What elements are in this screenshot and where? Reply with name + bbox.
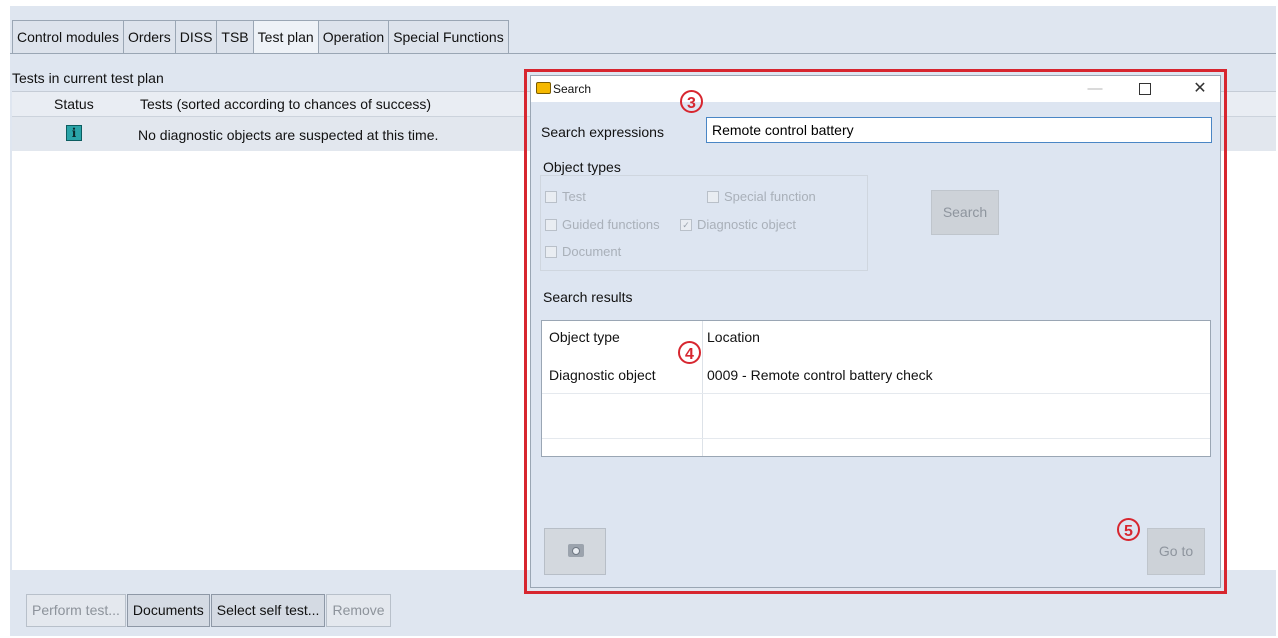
maximize-icon [1139, 83, 1151, 95]
checkmark-icon: ✓ [680, 218, 692, 231]
search-button[interactable]: Search [931, 190, 999, 235]
callout-5: 5 [1117, 518, 1140, 541]
column-location-header[interactable]: Location [707, 329, 760, 345]
tab-diss[interactable]: DISS [174, 20, 218, 53]
checkbox-document[interactable]: Document [545, 244, 621, 259]
tab-control-modules[interactable]: Control modules [12, 20, 124, 53]
tab-orders[interactable]: Orders [122, 20, 176, 53]
checkbox-label: Document [562, 244, 622, 259]
documents-button[interactable]: Documents [126, 594, 210, 627]
row-divider [542, 438, 1210, 439]
checkbox-test[interactable]: Test [545, 189, 586, 204]
checkbox-icon [545, 245, 557, 258]
column-divider [702, 321, 703, 456]
column-object-type-header[interactable]: Object type [549, 329, 620, 345]
search-dialog: Search — ✕ 3 Search expressions Object t… [530, 75, 1221, 588]
go-to-button[interactable]: Go to [1147, 528, 1205, 575]
result-location: 0009 - Remote control battery check [707, 367, 933, 383]
checkbox-icon [707, 190, 719, 203]
object-types-label: Object types [543, 159, 621, 175]
folder-icon [536, 82, 551, 94]
checkbox-label: Guided functions [562, 217, 660, 232]
search-results-list: Object type Location Diagnostic object 0… [541, 320, 1211, 457]
checkbox-diagnostic-object[interactable]: ✓ Diagnostic object [680, 217, 796, 232]
perform-test-button[interactable]: Perform test... [26, 594, 126, 627]
action-buttons: Perform test... Documents Select self te… [26, 594, 392, 627]
checkbox-label: Test [562, 189, 586, 204]
column-status-header[interactable]: Status [54, 96, 94, 112]
tab-divider [10, 53, 1276, 54]
remove-button[interactable]: Remove [326, 594, 391, 627]
result-object-type: Diagnostic object [549, 367, 656, 383]
screenshot-button[interactable] [544, 528, 606, 575]
select-self-test-button[interactable]: Select self test... [210, 594, 326, 627]
checkbox-icon [545, 190, 557, 203]
checkbox-label: Special function [724, 189, 816, 204]
camera-icon [568, 544, 584, 557]
search-results-label: Search results [543, 289, 633, 305]
tab-tsb[interactable]: TSB [216, 20, 254, 53]
column-tests-header[interactable]: Tests (sorted according to chances of su… [140, 96, 431, 112]
checkbox-guided-functions[interactable]: Guided functions [545, 217, 660, 232]
search-expressions-label: Search expressions [541, 124, 664, 140]
main-tabs: Control modules Orders DISS TSB Test pla… [12, 20, 509, 53]
search-input[interactable] [706, 117, 1212, 143]
checkbox-icon [545, 218, 557, 231]
tab-test-plan[interactable]: Test plan [252, 20, 319, 53]
checkbox-special-function[interactable]: Special function [707, 189, 816, 204]
close-button[interactable]: ✕ [1187, 79, 1213, 99]
callout-3: 3 [680, 90, 703, 113]
tab-special-functions[interactable]: Special Functions [388, 20, 509, 53]
row-message: No diagnostic objects are suspected at t… [138, 127, 439, 143]
dialog-titlebar[interactable]: Search — ✕ [531, 76, 1220, 102]
callout-4: 4 [678, 341, 701, 364]
checkbox-label: Diagnostic object [697, 217, 796, 232]
test-plan-title: Tests in current test plan [12, 70, 164, 86]
minimize-button[interactable]: — [1082, 79, 1108, 99]
tab-operation[interactable]: Operation [317, 20, 390, 53]
info-icon: i [66, 125, 82, 141]
row-divider [542, 393, 1210, 394]
dialog-title: Search [553, 82, 592, 96]
maximize-button[interactable] [1132, 79, 1158, 99]
